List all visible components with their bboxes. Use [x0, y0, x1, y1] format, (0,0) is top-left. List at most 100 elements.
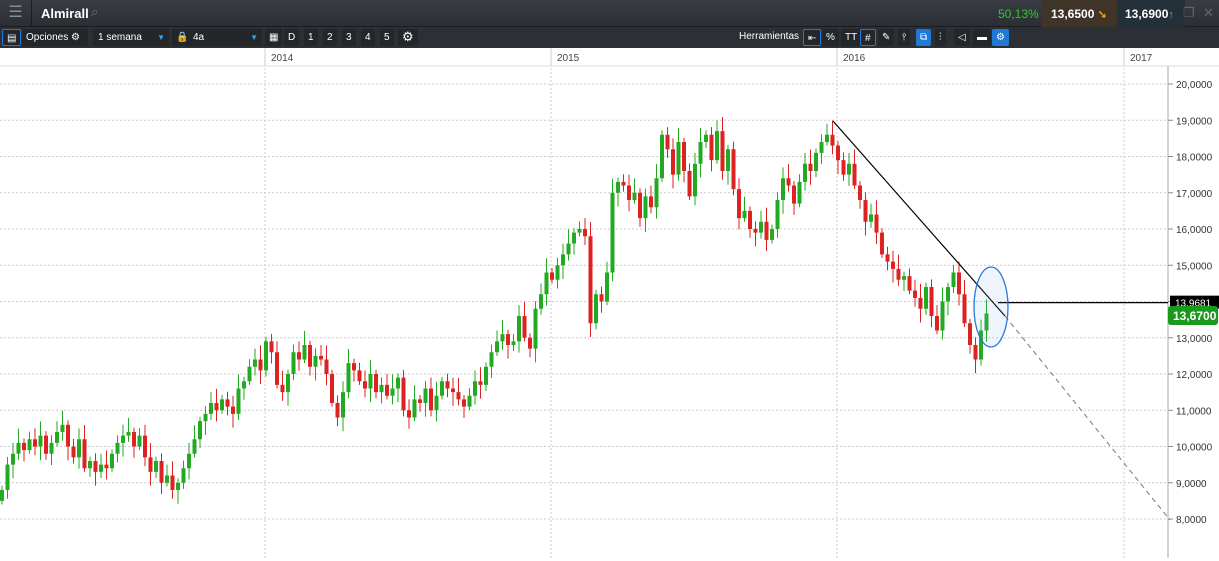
grid-icon[interactable]: # [860, 29, 876, 46]
settings-tool-icon[interactable]: ⚙ [992, 29, 1009, 46]
candle-body [753, 229, 758, 233]
bid-price: 13,6500 [1051, 7, 1095, 21]
ask-price-button[interactable]: 13,6900↑ [1117, 0, 1185, 27]
candle-body [500, 334, 505, 342]
candle-body [610, 192, 615, 273]
candle-body [863, 200, 868, 222]
indicators-icon[interactable]: ⫶ [935, 29, 946, 46]
candle-body [363, 381, 367, 389]
candle-body [533, 308, 538, 349]
candle-body [352, 363, 356, 371]
candle-body [170, 475, 175, 490]
price-label: 8,0000 [1176, 515, 1207, 526]
options-button[interactable]: Opciones ⚙ [22, 29, 88, 46]
gear-icon: ⚙ [71, 32, 80, 43]
chart-toolbar: ▤ Opciones ⚙ 1 semana ▼ 🔒 4a ▼ ▦ D 1 2 3 4… [0, 27, 1219, 48]
candle-body [852, 163, 857, 186]
print-icon[interactable]: ▬ [973, 29, 991, 46]
candle-body [434, 395, 439, 411]
range-button-3[interactable]: 3 [342, 29, 356, 46]
candle-body [176, 482, 180, 490]
search-icon[interactable]: ⌕ [91, 4, 98, 20]
candle-body [528, 337, 532, 349]
candle-body [462, 399, 466, 407]
candle-body [715, 131, 719, 161]
candle-body [264, 341, 268, 371]
candle-body [847, 163, 851, 175]
range-button-4[interactable]: 4 [361, 29, 375, 46]
candle-body [418, 399, 422, 403]
year-label-2016: 2016 [843, 53, 866, 64]
settings-gear-icon[interactable]: ⚙ [398, 29, 418, 46]
candle-body [544, 272, 549, 295]
restore-window-icon[interactable]: ❐ [1183, 5, 1195, 21]
candle-body [429, 388, 433, 411]
candle-body [66, 424, 70, 447]
candle-body [759, 221, 763, 233]
candle-body [786, 178, 791, 186]
candle-body [902, 276, 906, 280]
list-icon[interactable]: ▤ [2, 29, 22, 46]
candle-body [55, 432, 59, 443]
candle-body [627, 185, 631, 200]
calendar-icon[interactable]: ▦ [265, 29, 283, 46]
chart-svg: 2014 2015 2016 2017 20,0000 19,0000 18,0000 17,… [0, 48, 1219, 558]
label-icon[interactable]: ◁ [954, 29, 970, 46]
percent-button[interactable]: % [822, 29, 839, 46]
candle-body [511, 341, 516, 345]
candle-body [671, 149, 675, 175]
candle-body [121, 435, 125, 443]
candle-body [764, 221, 769, 240]
candle-body [357, 370, 362, 382]
candle-body [275, 352, 279, 385]
candle-body [324, 359, 329, 374]
candle-body [874, 214, 879, 233]
candle-body [93, 461, 98, 472]
trendline-projection [1004, 315, 1171, 521]
range-button-1[interactable]: 1 [304, 29, 318, 46]
candle-body [643, 196, 648, 219]
candle-body [330, 374, 334, 403]
candle-body [841, 160, 846, 175]
hamburger-icon[interactable]: ☰ [0, 0, 32, 27]
candle-body [808, 163, 813, 171]
range-value: 4a [193, 32, 205, 43]
candle-body [858, 185, 862, 200]
range-button-2[interactable]: 2 [323, 29, 337, 46]
price-chart[interactable]: 2014 2015 2016 2017 20,0000 19,0000 18,0000 17,… [0, 48, 1219, 558]
candle-body [137, 435, 142, 447]
change-percent: 50,13% [998, 7, 1039, 21]
period-value: 1 semana [98, 32, 142, 43]
close-icon[interactable]: ✕ [1203, 5, 1214, 21]
period-select[interactable]: 1 semana ▼ [93, 29, 169, 46]
candle-body [836, 145, 840, 161]
bid-price-button[interactable]: 13,6500 ➘ [1041, 0, 1117, 27]
candle-body [819, 142, 824, 153]
text-tool-button[interactable]: TT [841, 29, 862, 46]
candle-body [269, 341, 274, 353]
candle-body [731, 149, 736, 190]
candle-body [962, 294, 967, 324]
scroll-left-icon[interactable]: ⇤ [803, 29, 822, 46]
candle-body [924, 287, 928, 309]
candle-body [638, 192, 642, 219]
range-select[interactable]: 4a ▼ [188, 29, 262, 46]
candle-body [891, 261, 895, 269]
range-button-d[interactable]: D [284, 29, 300, 46]
instrument-title: Almirall [41, 6, 89, 21]
candle-body [60, 424, 65, 432]
compare-icon[interactable]: ⧉ [916, 29, 932, 46]
price-label: 9,0000 [1176, 479, 1207, 490]
candle-body [495, 341, 499, 353]
candle-body [88, 461, 92, 469]
candle-body [38, 435, 43, 447]
candle-icon[interactable]: ⫯ [898, 29, 911, 46]
candle-body [775, 200, 780, 229]
draw-icon[interactable]: ✎ [878, 29, 895, 46]
candle-body [198, 421, 202, 440]
candle-body [341, 392, 345, 418]
candle-body [968, 323, 972, 345]
candle-body [935, 316, 939, 331]
range-button-5[interactable]: 5 [380, 29, 394, 46]
candle-body [880, 232, 884, 255]
